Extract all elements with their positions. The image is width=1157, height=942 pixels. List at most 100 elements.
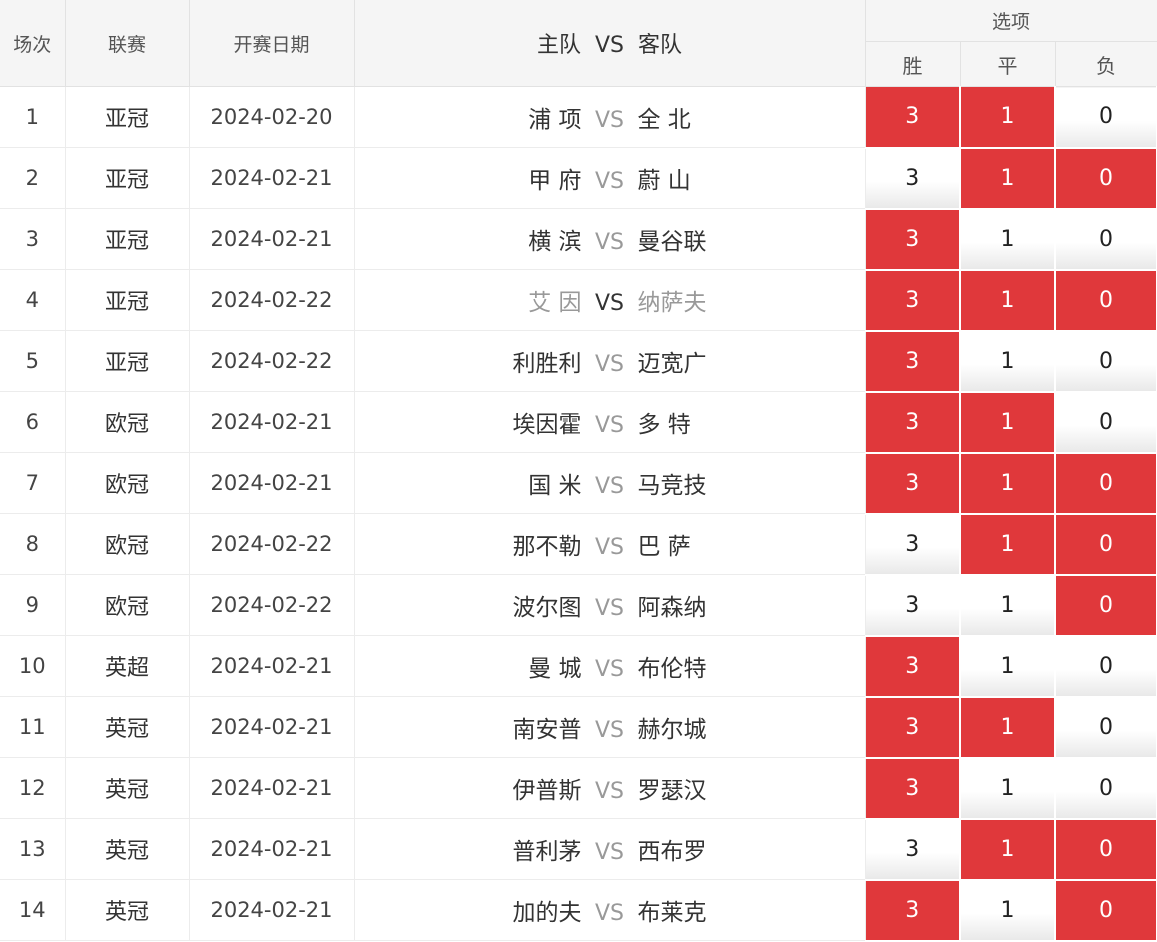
option-lose-button[interactable]: 0 — [1055, 757, 1157, 820]
option-draw-button[interactable]: 1 — [960, 513, 1056, 576]
home-team: 艾 因 — [528, 290, 582, 316]
option-draw-button[interactable]: 1 — [960, 818, 1056, 881]
option-lose-button[interactable]: 0 — [1055, 574, 1157, 637]
away-team: 阿森纳 — [637, 595, 707, 621]
option-draw-button[interactable]: 1 — [960, 757, 1056, 820]
row-match: 曼 城 VS 布伦特 — [354, 635, 866, 697]
home-team: 普利茅 — [512, 839, 582, 865]
row-league: 英冠 — [65, 879, 190, 941]
row-date: 2024-02-22 — [189, 269, 355, 331]
vs-label: VS — [594, 657, 624, 682]
option-win-button[interactable]: 3 — [865, 574, 961, 637]
home-team: 曼 城 — [528, 656, 582, 682]
row-date: 2024-02-21 — [189, 757, 355, 819]
row-date: 2024-02-21 — [189, 147, 355, 209]
option-win-button[interactable]: 3 — [865, 635, 961, 698]
table-row: 6 欧冠 2024-02-21 埃因霍 VS 多 特 310 — [0, 391, 1157, 454]
away-team: 布莱克 — [637, 900, 707, 926]
home-team: 伊普斯 — [512, 778, 582, 804]
row-date: 2024-02-21 — [189, 696, 355, 758]
home-team: 甲 府 — [528, 168, 582, 194]
home-team: 国 米 — [528, 473, 582, 499]
option-lose-button[interactable]: 0 — [1055, 635, 1157, 698]
table-row: 12 英冠 2024-02-21 伊普斯 VS 罗瑟汉 3 1 0 — [0, 757, 1157, 820]
option-draw-button[interactable]: 1 — [960, 452, 1056, 515]
option-lose-button[interactable]: 0 — [1055, 879, 1157, 942]
header-match: 主队 VS 客队 — [354, 0, 866, 87]
option-lose-button[interactable]: 0 — [1055, 818, 1157, 881]
option-win-button[interactable]: 3 — [865, 147, 961, 210]
option-lose-button[interactable]: 0 — [1055, 208, 1157, 271]
row-match: 那不勒 VS 巴 萨 — [354, 513, 866, 575]
home-team: 加的夫 — [512, 900, 582, 926]
option-lose-button[interactable]: 0 — [1055, 391, 1157, 454]
option-win-button[interactable]: 3 — [865, 818, 961, 881]
row-match: 南安普 VS 赫尔城 — [354, 696, 866, 758]
row-index: 13 — [0, 818, 66, 880]
vs-label: VS — [594, 718, 624, 743]
row-date: 2024-02-21 — [189, 635, 355, 697]
option-win-button[interactable]: 3 — [865, 269, 961, 332]
row-league: 亚冠 — [65, 147, 190, 209]
vs-label: VS — [594, 840, 624, 865]
option-lose-button[interactable]: 0 — [1055, 696, 1157, 759]
option-draw-button[interactable]: 1 — [960, 330, 1056, 393]
vs-label: VS — [594, 474, 624, 499]
vs-label: VS — [594, 901, 624, 926]
option-win-button[interactable]: 3 — [865, 391, 961, 454]
row-date: 2024-02-20 — [189, 86, 355, 148]
option-draw-button[interactable]: 1 — [960, 86, 1056, 149]
table-row: 11 英冠 2024-02-21 南安普 VS 赫尔城 3 1 0 — [0, 696, 1157, 759]
option-win-button[interactable]: 3 — [865, 696, 961, 759]
row-league: 欧冠 — [65, 574, 190, 636]
row-date: 2024-02-21 — [189, 818, 355, 880]
option-win-button[interactable]: 3 — [865, 452, 961, 515]
row-date: 2024-02-22 — [189, 330, 355, 392]
row-match: 甲 府 VS 蔚 山 — [354, 147, 866, 209]
option-lose-button[interactable]: 0 — [1055, 452, 1157, 515]
away-team: 巴 萨 — [637, 534, 691, 560]
row-index: 5 — [0, 330, 66, 392]
option-win-button[interactable]: 3 — [865, 86, 961, 149]
row-index: 4 — [0, 269, 66, 331]
away-team: 蔚 山 — [637, 168, 691, 194]
option-draw-button[interactable]: 1 — [960, 208, 1056, 271]
option-win-button[interactable]: 3 — [865, 513, 961, 576]
option-lose-button[interactable]: 0 — [1055, 147, 1157, 210]
option-draw-button[interactable]: 1 — [960, 879, 1056, 942]
row-league: 亚冠 — [65, 330, 190, 392]
row-index: 3 — [0, 208, 66, 270]
away-team: 全 北 — [637, 107, 691, 133]
option-draw-button[interactable]: 1 — [960, 269, 1056, 332]
row-index: 10 — [0, 635, 66, 697]
option-win-button[interactable]: 3 — [865, 330, 961, 393]
row-match: 国 米 VS 马竞技 — [354, 452, 866, 514]
row-date: 2024-02-22 — [189, 574, 355, 636]
option-lose-button[interactable]: 0 — [1055, 330, 1157, 393]
option-draw-button[interactable]: 1 — [960, 696, 1056, 759]
option-win-button[interactable]: 3 — [865, 757, 961, 820]
header-away: 客队 — [638, 33, 683, 58]
home-team: 利胜利 — [512, 351, 582, 377]
option-lose-button[interactable]: 0 — [1055, 513, 1157, 576]
table-row: 14 英冠 2024-02-21 加的夫 VS 布莱克 3 1 0 — [0, 879, 1157, 942]
row-index: 12 — [0, 757, 66, 819]
table-row: 2 亚冠 2024-02-21 甲 府 VS 蔚 山 310 — [0, 147, 1157, 210]
away-team: 赫尔城 — [637, 717, 707, 743]
header-lose: 负 — [1055, 41, 1157, 87]
away-team: 多 特 — [637, 412, 691, 438]
row-index: 11 — [0, 696, 66, 758]
row-match: 波尔图 VS 阿森纳 — [354, 574, 866, 636]
row-date: 2024-02-21 — [189, 208, 355, 270]
table-row: 9 欧冠 2024-02-22 波尔图 VS 阿森纳 3 1 0 — [0, 574, 1157, 637]
option-draw-button[interactable]: 1 — [960, 574, 1056, 637]
option-draw-button[interactable]: 1 — [960, 147, 1056, 210]
option-lose-button[interactable]: 0 — [1055, 269, 1157, 332]
option-draw-button[interactable]: 1 — [960, 635, 1056, 698]
option-win-button[interactable]: 3 — [865, 208, 961, 271]
row-match: 利胜利 VS 迈宽广 — [354, 330, 866, 392]
option-win-button[interactable]: 3 — [865, 879, 961, 942]
option-draw-button[interactable]: 1 — [960, 391, 1056, 454]
option-lose-button[interactable]: 0 — [1055, 86, 1157, 149]
vs-label: VS — [594, 779, 624, 804]
